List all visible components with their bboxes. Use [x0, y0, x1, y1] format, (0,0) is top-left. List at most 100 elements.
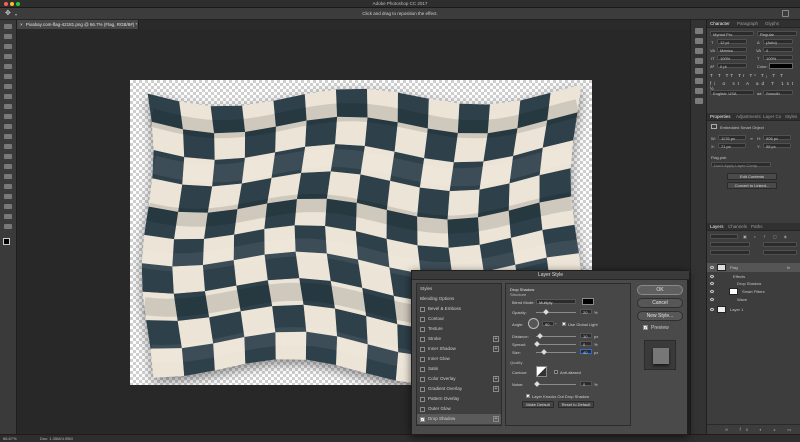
font-style-field[interactable]: Regular	[757, 31, 797, 37]
opacity-slider-knob[interactable]	[543, 309, 549, 315]
noise-field[interactable]: 0	[580, 381, 592, 387]
global-light-checkbox[interactable]: ✓	[562, 322, 566, 327]
language-field[interactable]: English: USA	[710, 90, 754, 96]
convert-to-linked-button[interactable]: Convert to Linked...	[727, 182, 777, 189]
lasso-tool-icon[interactable]	[4, 44, 12, 49]
tab-character[interactable]: Character	[710, 21, 730, 26]
layer-comp-select[interactable]: Don't Apply Layer Comp	[711, 162, 771, 168]
edit-contents-button[interactable]: Edit Contents	[727, 173, 777, 180]
tab-layers[interactable]: Layers	[710, 224, 724, 229]
eyedropper-tool-icon[interactable]	[4, 74, 12, 79]
tracking-field[interactable]: 0	[763, 47, 793, 53]
brush-panel-icon[interactable]	[695, 58, 703, 64]
y-field[interactable]: 58 px	[763, 143, 791, 149]
spread-field[interactable]: 0	[580, 341, 592, 347]
height-field[interactable]: 906 px	[763, 135, 791, 141]
tab-adjustments[interactable]: Adjustments	[736, 114, 761, 119]
size-field[interactable]: 40	[580, 349, 592, 355]
style-checkbox[interactable]	[420, 347, 425, 352]
kerning-field[interactable]: Metrics	[717, 47, 747, 53]
more-tools-icon[interactable]	[4, 224, 12, 229]
fill-field[interactable]	[763, 250, 797, 255]
noise-slider-knob[interactable]	[534, 381, 540, 387]
opacity-field[interactable]: 20	[580, 309, 592, 315]
text-style-buttons[interactable]: T T TT Tr T¹ T₁ T T	[710, 73, 785, 78]
layer-filter-field[interactable]	[710, 234, 738, 239]
style-checkbox[interactable]	[420, 367, 425, 372]
foreground-color-swatch[interactable]	[3, 238, 10, 245]
libraries-panel-icon[interactable]	[695, 78, 703, 84]
add-style-icon[interactable]: +	[493, 346, 499, 352]
workspace-icon[interactable]	[782, 10, 789, 17]
visibility-eye-icon[interactable]	[710, 266, 714, 269]
brush-tool-icon[interactable]	[4, 94, 12, 99]
distance-slider[interactable]	[536, 333, 576, 339]
blend-mode-select[interactable]	[710, 242, 750, 247]
crop-tool-icon[interactable]	[4, 64, 12, 69]
tab-paragraph[interactable]: Paragraph	[737, 21, 758, 26]
font-family-field[interactable]: Myriad Pro	[710, 31, 754, 37]
tab-styles[interactable]: Styles	[785, 114, 797, 119]
document-tab[interactable]: × Pixabay.com-flag-42181.png @ 66.7% (Fl…	[17, 20, 139, 29]
style-item[interactable]: Inner Shadow +	[417, 344, 501, 354]
style-checkbox[interactable]	[420, 377, 425, 382]
distance-slider-knob[interactable]	[537, 333, 543, 339]
paragraph-panel-icon[interactable]	[695, 38, 703, 44]
visibility-eye-icon[interactable]	[710, 308, 714, 311]
layer-filter-icons[interactable]: ▣ ◐ T ▢ ◈	[743, 234, 798, 239]
blur-tool-icon[interactable]	[4, 144, 12, 149]
spread-slider-knob[interactable]	[534, 341, 540, 347]
path-select-icon[interactable]	[4, 184, 12, 189]
marquee-tool-icon[interactable]	[4, 34, 12, 39]
antialias-field[interactable]: Smooth	[763, 90, 793, 96]
style-item[interactable]: Texture	[417, 324, 501, 334]
knocks-out-checkbox[interactable]: ✓	[526, 394, 530, 399]
anti-aliased-checkbox[interactable]	[554, 370, 558, 374]
x-field[interactable]: 71 px	[718, 143, 746, 149]
navigator-panel-icon[interactable]	[695, 98, 703, 104]
character-panel-icon[interactable]	[695, 28, 703, 34]
size-slider[interactable]	[536, 349, 576, 355]
history-brush-icon[interactable]	[4, 114, 12, 119]
contour-preview[interactable]	[536, 366, 547, 377]
tab-glyphs[interactable]: Glyphs	[765, 21, 779, 26]
zoom-level[interactable]: 66.67%	[3, 436, 17, 441]
make-default-button[interactable]: Make Default	[522, 401, 554, 408]
distance-field[interactable]: 10	[580, 333, 592, 339]
properties-panel-icon[interactable]	[695, 68, 703, 74]
baseline-field[interactable]: 0 pt	[717, 63, 747, 69]
style-item[interactable]: Blending Options	[417, 294, 501, 304]
quick-select-tool-icon[interactable]	[4, 54, 12, 59]
add-style-icon[interactable]: +	[493, 416, 499, 422]
info-panel-icon[interactable]	[695, 88, 703, 94]
style-item[interactable]: Outer Glow	[417, 404, 501, 414]
tab-properties[interactable]: Properties	[710, 114, 731, 119]
noise-slider[interactable]	[534, 381, 576, 387]
shape-tool-icon[interactable]	[4, 194, 12, 199]
style-item[interactable]: Bevel & Emboss	[417, 304, 501, 314]
dodge-tool-icon[interactable]	[4, 154, 12, 159]
preview-checkbox[interactable]: ✓	[643, 325, 648, 330]
styles-header[interactable]: Styles	[417, 284, 501, 294]
tab-channels[interactable]: Channels	[728, 224, 747, 229]
clone-stamp-icon[interactable]	[4, 104, 12, 109]
history-panel-icon[interactable]	[695, 48, 703, 54]
style-checkbox[interactable]	[420, 397, 425, 402]
new-style-button[interactable]: New Style...	[637, 311, 683, 321]
add-style-icon[interactable]: +	[493, 336, 499, 342]
style-item[interactable]: Satin	[417, 364, 501, 374]
document-info[interactable]: Doc: 1.35M/4.95M	[40, 436, 73, 441]
style-checkbox[interactable]	[420, 307, 425, 312]
cancel-button[interactable]: Cancel	[637, 298, 683, 308]
layer-fx-badge[interactable]: fx	[787, 265, 790, 270]
style-checkbox[interactable]	[420, 327, 425, 332]
width-field[interactable]: 1176 px	[718, 135, 746, 141]
style-checkbox[interactable]	[420, 357, 425, 362]
size-slider-knob[interactable]	[541, 349, 547, 355]
opacity-slider[interactable]	[536, 309, 576, 315]
visibility-eye-icon[interactable]	[710, 282, 714, 285]
healing-brush-icon[interactable]	[4, 84, 12, 89]
add-style-icon[interactable]: +	[493, 386, 499, 392]
link-icon[interactable]: ∞	[750, 136, 753, 141]
hand-tool-icon[interactable]	[4, 204, 12, 209]
